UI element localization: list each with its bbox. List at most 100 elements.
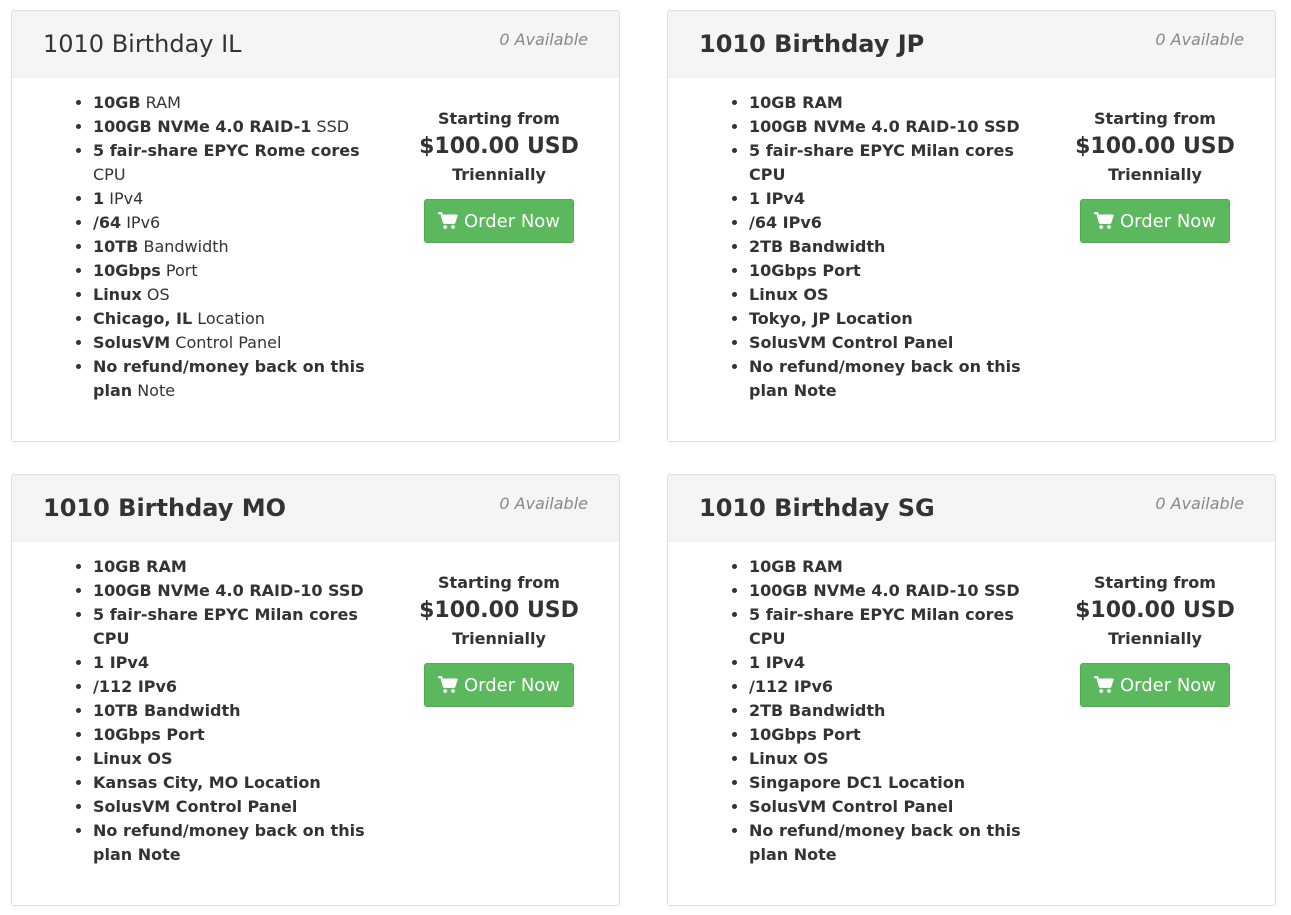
feature-label: OS xyxy=(141,749,173,768)
feature-value: 1 xyxy=(93,653,105,672)
feature-label: IPv6 xyxy=(121,213,161,232)
feature-label: Note xyxy=(788,845,837,864)
feature-value: 10Gbps xyxy=(749,725,817,744)
feature-item: 100GB NVMe 4.0 RAID-10 SSD xyxy=(749,579,1029,603)
feature-item: 5 fair-share EPYC Milan cores CPU xyxy=(93,603,373,651)
feature-item: 10Gbps Port xyxy=(749,259,1029,283)
feature-value: /112 xyxy=(93,677,133,696)
starting-from-label: Starting from xyxy=(1094,109,1216,128)
feature-item: 2TB Bandwidth xyxy=(749,699,1029,723)
feature-item: 10TB Bandwidth xyxy=(93,699,373,723)
product-title: 1010 Birthday SG xyxy=(699,494,935,522)
feature-list: 10GB RAM100GB NVMe 4.0 RAID-10 SSD5 fair… xyxy=(70,555,373,867)
feature-value: Linux xyxy=(749,749,798,768)
feature-label: CPU xyxy=(93,165,126,184)
feature-label: Bandwidth xyxy=(138,237,229,256)
feature-label: Note xyxy=(788,381,837,400)
feature-value: 100GB NVMe 4.0 RAID-1 xyxy=(93,117,312,136)
feature-value: Linux xyxy=(93,749,142,768)
price: $100.00 USD xyxy=(419,134,579,159)
feature-item: Tokyo, JP Location xyxy=(749,307,1029,331)
feature-value: 100GB NVMe 4.0 RAID-10 xyxy=(93,581,323,600)
feature-label: Port xyxy=(160,725,205,744)
feature-item: SolusVM Control Panel xyxy=(749,331,1029,355)
feature-label: Location xyxy=(882,773,966,792)
feature-value: 100GB NVMe 4.0 RAID-10 xyxy=(749,581,979,600)
feature-label: IPv6 xyxy=(777,213,822,232)
product-header: 1010 Birthday MO 0 Available xyxy=(12,475,619,542)
feature-value: Chicago, IL xyxy=(93,309,193,328)
feature-value: 10GB xyxy=(749,93,797,112)
feature-value: 5 fair-share EPYC Milan cores xyxy=(749,605,1014,624)
feature-item: Singapore DC1 Location xyxy=(749,771,1029,795)
feature-label: SSD xyxy=(978,117,1020,136)
feature-item: 1 IPv4 xyxy=(93,651,373,675)
product-header: 1010 Birthday JP 0 Available xyxy=(668,11,1275,78)
feature-label: Note xyxy=(132,845,181,864)
feature-label: Control Panel xyxy=(826,797,954,816)
feature-value: SolusVM xyxy=(749,797,827,816)
feature-item: /112 IPv6 xyxy=(749,675,1029,699)
feature-label: Port xyxy=(160,261,198,280)
feature-value: Linux xyxy=(749,285,798,304)
feature-item: /112 IPv6 xyxy=(93,675,373,699)
product-title: 1010 Birthday MO xyxy=(43,494,286,522)
feature-item: SolusVM Control Panel xyxy=(749,795,1029,819)
feature-item: No refund/money back on this plan Note xyxy=(749,819,1029,867)
feature-label: Bandwidth xyxy=(138,701,241,720)
feature-label: Bandwidth xyxy=(783,237,886,256)
pricing-panel: Starting from $100.00 USD Triennially Or… xyxy=(1066,571,1244,707)
price: $100.00 USD xyxy=(1075,598,1235,623)
feature-item: 10GB RAM xyxy=(93,555,373,579)
feature-label: IPv4 xyxy=(760,189,805,208)
feature-item: 10GB RAM xyxy=(93,91,373,115)
availability-text: 0 Available xyxy=(499,494,588,513)
feature-value: 100GB NVMe 4.0 RAID-10 xyxy=(749,117,979,136)
feature-item: No refund/money back on this plan Note xyxy=(93,819,373,867)
order-now-button[interactable]: Order Now xyxy=(1080,663,1230,707)
order-now-label: Order Now xyxy=(463,210,561,232)
order-now-button[interactable]: Order Now xyxy=(424,663,574,707)
price: $100.00 USD xyxy=(419,598,579,623)
feature-item: 1 IPv4 xyxy=(93,187,373,211)
feature-list: 10GB RAM100GB NVMe 4.0 RAID-1 SSD5 fair-… xyxy=(70,91,373,403)
feature-value: 10TB xyxy=(93,701,139,720)
feature-value: 10TB xyxy=(93,237,139,256)
product-header: 1010 Birthday IL 0 Available xyxy=(12,11,619,78)
feature-item: /64 IPv6 xyxy=(93,211,373,235)
billing-cycle: Triennially xyxy=(1108,629,1202,648)
shopping-cart-icon xyxy=(1093,676,1114,693)
feature-label: IPv6 xyxy=(788,677,834,696)
feature-value: 2TB xyxy=(749,701,784,720)
feature-item: Kansas City, MO Location xyxy=(93,771,373,795)
feature-value: 1 xyxy=(749,189,761,208)
feature-label: Port xyxy=(816,725,861,744)
feature-value: 10GB xyxy=(93,557,141,576)
feature-label: SSD xyxy=(978,581,1020,600)
feature-item: 2TB Bandwidth xyxy=(749,235,1029,259)
availability-text: 0 Available xyxy=(1155,30,1244,49)
feature-item: 10GB RAM xyxy=(749,91,1029,115)
feature-list: 10GB RAM100GB NVMe 4.0 RAID-10 SSD5 fair… xyxy=(726,91,1029,403)
order-now-button[interactable]: Order Now xyxy=(1080,199,1230,243)
product-grid: 1010 Birthday IL 0 Available 10GB RAM100… xyxy=(0,0,1291,915)
feature-value: 1 xyxy=(93,189,105,208)
feature-value: SolusVM xyxy=(93,333,171,352)
feature-item: SolusVM Control Panel xyxy=(93,331,373,355)
feature-item: 10Gbps Port xyxy=(93,723,373,747)
feature-item: Linux OS xyxy=(93,283,373,307)
feature-item: SolusVM Control Panel xyxy=(93,795,373,819)
feature-value: /64 xyxy=(749,213,778,232)
order-now-label: Order Now xyxy=(1119,674,1217,696)
availability-text: 0 Available xyxy=(1155,494,1244,513)
feature-value: SolusVM xyxy=(749,333,827,352)
availability-text: 0 Available xyxy=(499,30,588,49)
feature-value: 5 fair-share EPYC Rome cores xyxy=(93,141,360,160)
starting-from-label: Starting from xyxy=(438,109,560,128)
order-now-button[interactable]: Order Now xyxy=(424,199,574,243)
price: $100.00 USD xyxy=(1075,134,1235,159)
feature-label: OS xyxy=(141,285,170,304)
feature-label: CPU xyxy=(93,629,130,648)
feature-value: 10Gbps xyxy=(93,261,161,280)
feature-list: 10GB RAM100GB NVMe 4.0 RAID-10 SSD5 fair… xyxy=(726,555,1029,867)
